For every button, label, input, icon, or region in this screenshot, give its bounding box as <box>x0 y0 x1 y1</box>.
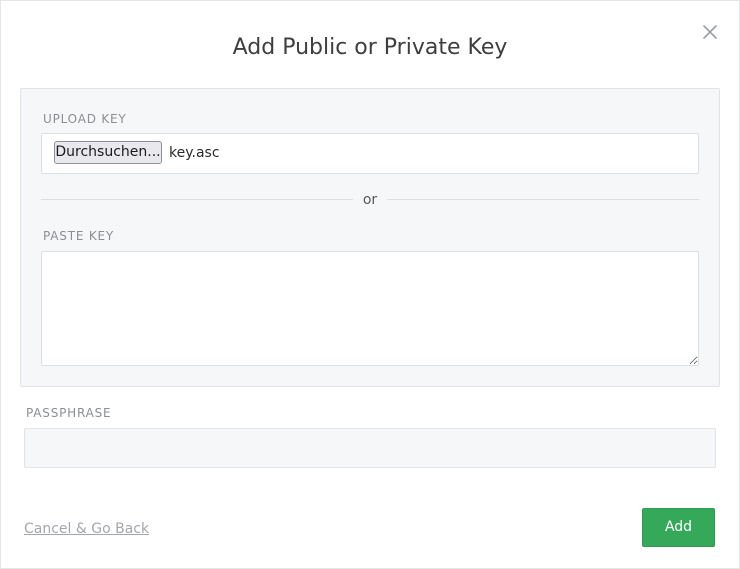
divider-left <box>41 199 353 200</box>
passphrase-input[interactable] <box>24 428 716 468</box>
passphrase-label: PASSPHRASE <box>26 406 112 420</box>
file-upload-field[interactable]: Durchsuchen... key.asc <box>41 133 699 174</box>
divider-right <box>387 199 699 200</box>
cancel-go-back-link[interactable]: Cancel & Go Back <box>24 520 149 538</box>
selected-file-name: key.asc <box>169 145 220 161</box>
dialog-title: Add Public or Private Key <box>232 35 508 60</box>
divider-or-text: or <box>362 192 378 208</box>
key-source-panel: UPLOAD KEY Durchsuchen... key.asc or PAS… <box>20 88 720 387</box>
upload-key-label: UPLOAD KEY <box>43 112 127 126</box>
browse-button[interactable]: Durchsuchen... <box>54 141 162 164</box>
paste-key-label: PASTE KEY <box>43 229 115 243</box>
add-button[interactable]: Add <box>642 508 715 547</box>
add-key-dialog: Add Public or Private Key UPLOAD KEY Dur… <box>0 0 740 569</box>
paste-key-textarea[interactable] <box>41 251 699 366</box>
